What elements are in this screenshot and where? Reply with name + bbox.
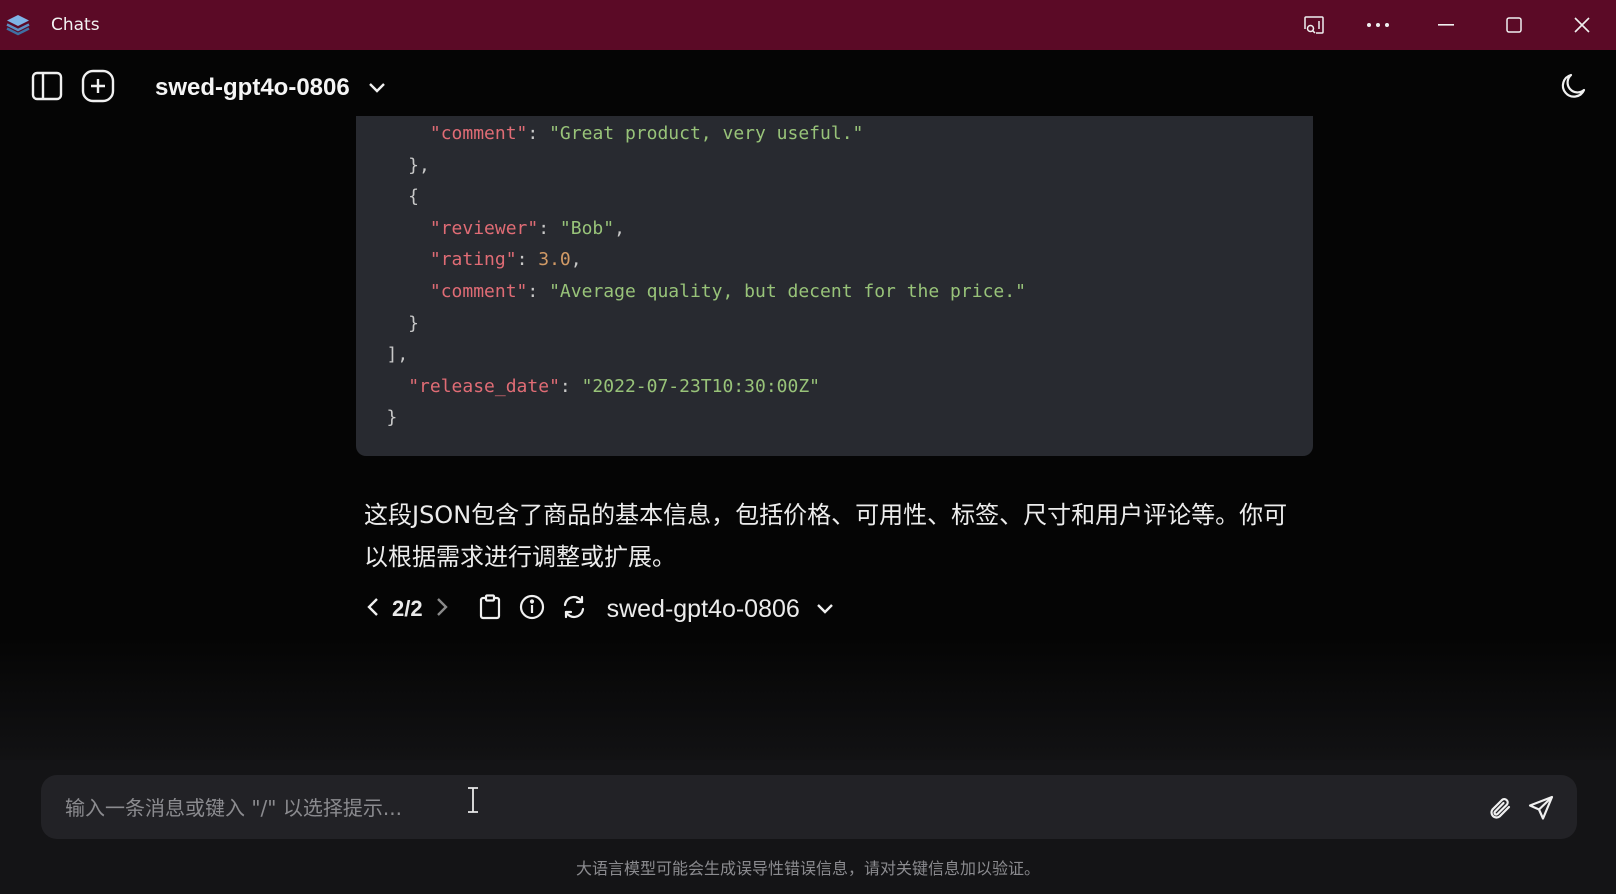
disclaimer-text: 大语言模型可能会生成误导性错误信息，请对关键信息加以验证。 [575, 859, 1040, 878]
code-line: }, [356, 154, 430, 176]
app-logo-icon [5, 13, 31, 37]
code-line: "rating": 3.0, [429, 249, 582, 271]
sidebar-icon [31, 71, 63, 105]
code-line: } [356, 312, 420, 334]
moon-icon [1559, 71, 1589, 105]
copy-button[interactable] [479, 594, 501, 624]
refresh-icon [561, 594, 587, 624]
send-button[interactable] [1527, 794, 1555, 826]
code-content: "comment": "Great product, very useful."… [356, 118, 1026, 434]
message-input[interactable] [63, 775, 1447, 841]
code-line: "reviewer": "Bob", [429, 217, 625, 239]
paperclip-icon [1487, 798, 1515, 827]
plus-square-icon [81, 69, 115, 107]
code-line: { [356, 186, 420, 208]
message-composer [41, 775, 1577, 841]
info-icon [519, 594, 545, 624]
maximize-icon [1506, 17, 1522, 33]
clipboard-icon [479, 594, 501, 624]
window-title: Chats [51, 15, 100, 35]
code-line: "comment": "Average quality, but decent … [429, 280, 1026, 302]
message-actions: 2/2 swed-gpt4o-0806 [366, 592, 834, 626]
chevron-down-icon [816, 600, 834, 619]
response-model-name: swed-gpt4o-0806 [606, 594, 800, 623]
send-icon [1527, 795, 1555, 826]
cast-icon [1302, 13, 1326, 37]
code-line: ], [356, 344, 409, 366]
attach-file-button[interactable] [1487, 795, 1515, 827]
assistant-message-text: 这段JSON包含了商品的基本信息，包括价格、可用性、标签、尺寸和用户评论等。你可… [364, 501, 1288, 571]
regenerate-button[interactable] [561, 594, 587, 624]
more-options-button[interactable] [1344, 0, 1412, 50]
more-horizontal-icon [1366, 22, 1390, 28]
minimize-button[interactable] [1412, 0, 1480, 50]
minimize-icon [1438, 24, 1454, 26]
model-selector[interactable]: swed-gpt4o-0806 [155, 72, 386, 104]
code-line: } [356, 407, 398, 429]
info-button[interactable] [519, 594, 545, 624]
next-response-button[interactable] [435, 596, 449, 622]
window-titlebar: Chats [0, 0, 1616, 50]
code-line: "release_date": "2022-07-23T10:30:00Z" [408, 375, 821, 397]
close-icon [1574, 17, 1590, 33]
close-button[interactable] [1548, 0, 1616, 50]
chevron-down-icon [368, 79, 386, 98]
previous-response-button[interactable] [366, 596, 380, 622]
theme-toggle-button[interactable] [1556, 70, 1592, 106]
composer-fade [0, 640, 1616, 780]
cast-button[interactable] [1280, 0, 1348, 50]
chevron-left-icon [366, 596, 380, 622]
code-block: "comment": "Great product, very useful."… [356, 116, 1313, 456]
response-model-selector[interactable]: swed-gpt4o-0806 [587, 595, 834, 624]
text-cursor-icon [466, 787, 480, 817]
maximize-button[interactable] [1480, 0, 1548, 50]
code-line: "comment": "Great product, very useful." [429, 123, 864, 144]
chevron-right-icon [435, 596, 449, 622]
toggle-sidebar-button[interactable] [29, 70, 65, 106]
response-pager: 2/2 [392, 596, 423, 621]
model-name: swed-gpt4o-0806 [155, 74, 350, 101]
new-chat-button[interactable] [80, 69, 116, 107]
